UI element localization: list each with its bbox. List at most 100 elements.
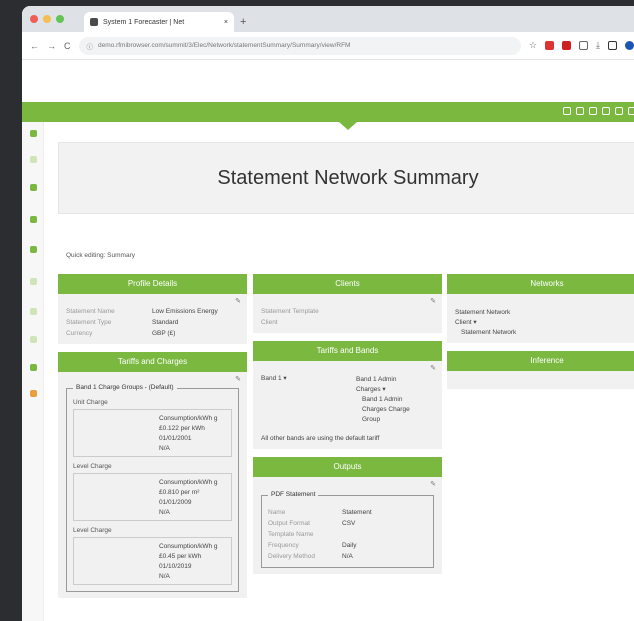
charge-line: £0.810 per m² — [159, 489, 200, 496]
extension-icon[interactable] — [562, 41, 572, 50]
sidebar-icon[interactable] — [30, 336, 37, 343]
charge-line: 01/10/2019 — [159, 563, 192, 570]
tariffs-bands-panel: Tariffs and Bands ✎ Band 1 ▾ Band 1 Admi… — [253, 341, 442, 449]
tab-bar: System 1 Forecaster | Net × + — [22, 6, 634, 32]
nav-icon[interactable] — [615, 107, 623, 115]
sidebar-home-icon[interactable] — [30, 130, 37, 137]
page-title: Statement Network Summary — [217, 166, 479, 189]
band-item: Band 1 Admin — [362, 396, 403, 403]
url-text: demo.rfmibrowser.com/summit/3/Elec/Netwo… — [98, 42, 351, 49]
browser-tab[interactable]: System 1 Forecaster | Net × — [84, 12, 234, 32]
zoom-window-icon[interactable] — [56, 15, 64, 23]
charge-line: £0.45 per kWh — [159, 553, 202, 560]
profile-details-panel: Profile Details ✎ Statement Name Low Emis… — [58, 274, 247, 344]
sidebar-icon[interactable] — [30, 246, 37, 253]
charge-line: Consumption/kWh g — [159, 479, 218, 486]
edit-icon[interactable]: ✎ — [235, 297, 241, 305]
network-line: Statement Network — [455, 309, 511, 316]
column-left: Profile Details ✎ Statement Name Low Emis… — [58, 274, 247, 606]
networks-panel: Networks ✎ Statement Network Client ▾ St… — [447, 274, 634, 343]
sidebar-icon[interactable] — [30, 364, 37, 371]
pdf-statement-legend: PDF Statement — [268, 491, 319, 498]
sidebar-icon[interactable] — [608, 41, 617, 50]
back-icon[interactable]: ← — [30, 41, 39, 51]
nav-caret-icon — [339, 122, 357, 130]
top-nav-bar — [22, 102, 634, 122]
field-label: Frequency — [268, 542, 299, 549]
network-line: Statement Network — [461, 329, 517, 336]
forward-icon[interactable]: → — [47, 41, 56, 51]
field-label: Delivery Method — [268, 553, 315, 560]
left-sidebar — [22, 122, 44, 621]
sidebar-icon[interactable] — [30, 156, 37, 163]
inference-header[interactable]: Inference — [447, 351, 634, 371]
sidebar-icon[interactable] — [30, 216, 37, 223]
charge-group: Consumption/kWh g £0.122 per kWh 01/01/2… — [73, 409, 232, 457]
new-tab-button[interactable]: + — [240, 16, 246, 28]
field-value: GBP (£) — [152, 330, 176, 337]
site-info-icon[interactable]: ⓘ — [87, 41, 94, 51]
field-label: Client — [261, 319, 278, 326]
web-page: Statement Network Summary Quick editing:… — [22, 60, 634, 621]
close-window-icon[interactable] — [30, 15, 38, 23]
band-title: Band 1 Charge Groups - (Default) — [73, 384, 177, 391]
extension-icon[interactable] — [545, 41, 555, 50]
tariffs-charges-header[interactable]: Tariffs and Charges — [58, 352, 247, 372]
nav-icon[interactable] — [563, 107, 571, 115]
band-item: Charges Charge — [362, 406, 410, 413]
minimize-window-icon[interactable] — [43, 15, 51, 23]
band-item[interactable]: Charges ▾ — [356, 385, 410, 394]
edit-icon[interactable]: ✎ — [430, 297, 436, 305]
browser-toolbar: ← → C ⓘ demo.rfmibrowser.com/summit/3/El… — [22, 32, 634, 60]
nav-icon[interactable] — [628, 107, 634, 115]
sidebar-icon[interactable] — [30, 308, 37, 315]
column-middle: Clients ✎ Statement Template Client Tari… — [253, 274, 442, 582]
band-selector[interactable]: Band 1 ▾ — [261, 375, 287, 382]
download-icon[interactable]: ⤓ — [596, 40, 600, 51]
tariffs-bands-header[interactable]: Tariffs and Bands — [253, 341, 442, 361]
nav-icon[interactable] — [576, 107, 584, 115]
charge-line: Consumption/kWh g — [159, 543, 218, 550]
edit-icon[interactable]: ✎ — [430, 480, 436, 488]
profile-details-header[interactable]: Profile Details — [58, 274, 247, 294]
sidebar-icon[interactable] — [30, 184, 37, 191]
edit-icon[interactable]: ✎ — [430, 364, 436, 372]
field-label: Template Name — [268, 531, 314, 538]
tariffs-charges-panel: Tariffs and Charges ✎ Band 1 Charge Grou… — [58, 352, 247, 598]
network-client-dropdown[interactable]: Client ▾ — [455, 318, 634, 327]
outputs-panel: Outputs ✎ PDF Statement Name Statement Ou… — [253, 457, 442, 574]
reload-icon[interactable]: C — [64, 41, 71, 51]
pdf-statement-fieldset: PDF Statement Name Statement Output Forma… — [261, 491, 434, 568]
sidebar-icon[interactable] — [30, 390, 37, 397]
charge-line: £0.122 per kWh — [159, 425, 205, 432]
field-value: Low Emissions Energy — [152, 308, 218, 315]
profile-avatar-icon[interactable] — [625, 41, 634, 50]
networks-header[interactable]: Networks — [447, 274, 634, 294]
sidebar-icon[interactable] — [30, 278, 37, 285]
clients-header[interactable]: Clients — [253, 274, 442, 294]
charge-group: Consumption/kWh g £0.810 per m² 01/01/20… — [73, 473, 232, 521]
charge-line: 01/01/2001 — [159, 435, 192, 442]
charge-line: N/A — [159, 509, 170, 516]
group-name: Level Charge — [73, 463, 112, 470]
band-item: Band 1 Admin — [356, 376, 397, 383]
clients-panel: Clients ✎ Statement Template Client — [253, 274, 442, 333]
window-controls — [30, 15, 64, 23]
outputs-header[interactable]: Outputs — [253, 457, 442, 477]
group-name: Level Charge — [73, 527, 112, 534]
bookmark-star-icon[interactable]: ☆ — [529, 40, 537, 51]
charge-line: 01/01/2009 — [159, 499, 192, 506]
field-value: N/A — [342, 553, 353, 560]
page-title-panel: Statement Network Summary — [58, 142, 634, 214]
default-tariff-note: All other bands are using the default ta… — [261, 435, 380, 442]
edit-icon[interactable]: ✎ — [235, 375, 241, 383]
address-bar[interactable]: ⓘ demo.rfmibrowser.com/summit/3/Elec/Net… — [78, 36, 521, 55]
nav-icon[interactable] — [602, 107, 610, 115]
nav-icon[interactable] — [589, 107, 597, 115]
close-tab-icon[interactable]: × — [224, 19, 228, 26]
inference-panel: Inference ✎ — [447, 351, 634, 389]
extension-icon[interactable] — [579, 41, 589, 50]
field-value: Daily — [342, 542, 357, 549]
field-value: CSV — [342, 520, 356, 527]
charge-line: N/A — [159, 445, 170, 452]
